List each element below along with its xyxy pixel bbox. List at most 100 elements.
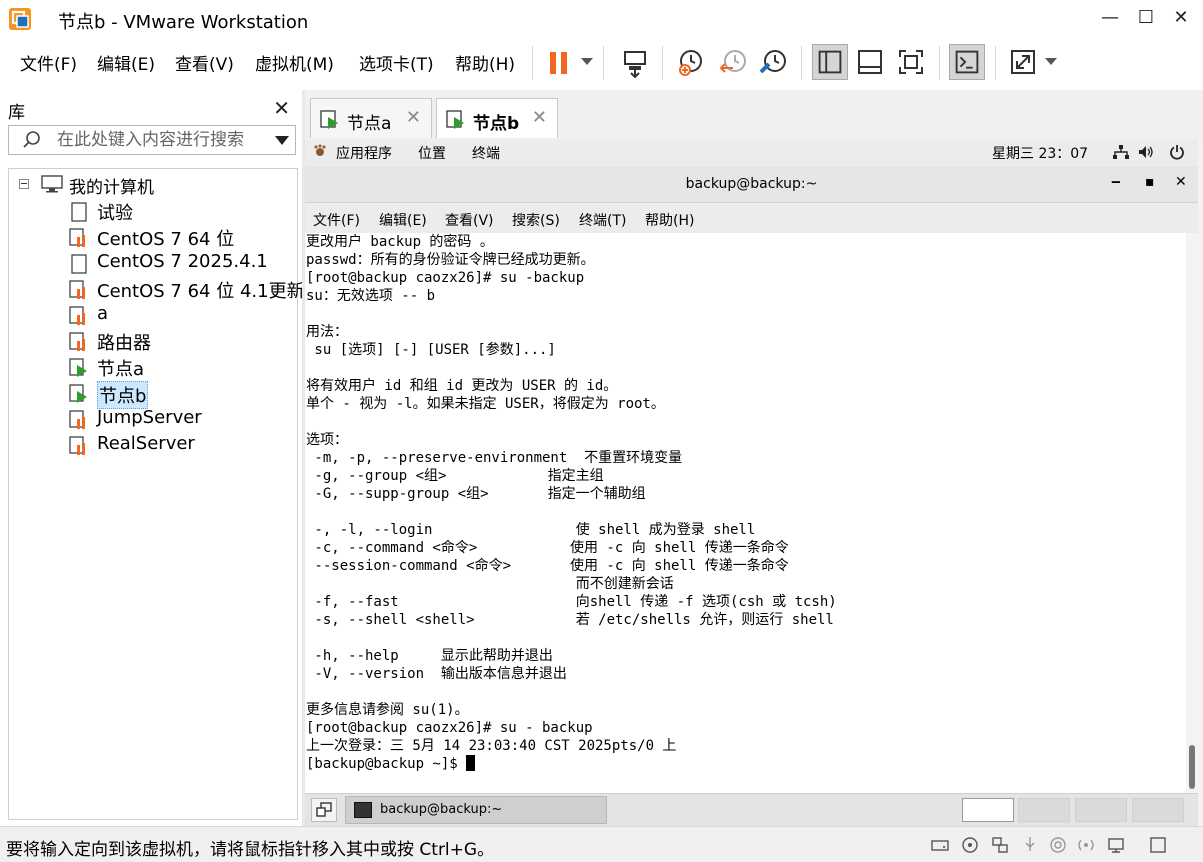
collapse-toggle[interactable] xyxy=(19,179,29,189)
vm-page-icon xyxy=(71,202,87,222)
vm-item-label: 节点a xyxy=(97,359,145,380)
vm-running-icon xyxy=(320,110,338,129)
terminal-line-text: 更改用户 backup 的密码 。 xyxy=(306,234,494,250)
menu-view[interactable]: 查看(V) xyxy=(175,50,234,75)
show-desktop-button[interactable] xyxy=(311,798,337,822)
terminal-line: -m, -p, --preserve-environment 不重置环境变量 xyxy=(305,449,1186,467)
terminal-line: -s, --shell <shell> 若 /etc/shells 允许，则运行… xyxy=(305,611,1186,629)
pause-icon[interactable] xyxy=(541,44,577,80)
network-icon[interactable] xyxy=(1113,145,1129,159)
terminal-icon[interactable] xyxy=(949,44,985,80)
console-view-icon[interactable] xyxy=(852,44,888,80)
terminal-line-text: -h, --help 显示此帮助并退出 xyxy=(306,648,553,664)
workspace-2[interactable] xyxy=(1018,798,1070,822)
display-icon[interactable] xyxy=(1106,835,1126,855)
vm-console[interactable]: 应用程序 位置 终端 星期三 23：07 backup@backup:~ ‒ ▪… xyxy=(305,140,1198,826)
terminal-line: -c, --command <命令> 使用 -c 向 shell 传递一条命令 xyxy=(305,539,1186,557)
terminal-close-button[interactable]: ✕ xyxy=(1175,174,1187,190)
terminal-title-bar: backup@backup:~ ‒ ▪ ✕ xyxy=(305,166,1198,203)
terminal-line: 上一次登录：三 5月 14 23:03:40 CST 2025pts/0 上 xyxy=(305,737,1186,755)
menu-help[interactable]: 帮助(H) xyxy=(455,50,515,75)
maximize-button[interactable]: ☐ xyxy=(1134,6,1158,30)
terminal-line-text: su：无效选项 -- b xyxy=(306,288,436,304)
terminal-line: [backup@backup ~]$ xyxy=(305,755,1186,773)
close-button[interactable]: ✕ xyxy=(1169,6,1193,30)
console-scrollbar[interactable] xyxy=(1198,140,1203,826)
show-desktop-icon xyxy=(316,802,332,817)
terminal-app-icon xyxy=(354,802,372,818)
tab-close-button[interactable]: ✕ xyxy=(406,107,421,128)
terminal-menu-search[interactable]: 搜索(S) xyxy=(512,210,560,230)
toolbar-separator xyxy=(532,46,533,80)
power-icon[interactable] xyxy=(1169,144,1185,160)
library-search-input[interactable] xyxy=(57,128,257,152)
terminal-scrollbar[interactable] xyxy=(1186,233,1198,793)
hard-disk-icon[interactable] xyxy=(930,835,950,855)
sound-card-icon[interactable] xyxy=(1048,835,1068,855)
vm-item-label: 节点b xyxy=(97,381,149,409)
terminal-menu-edit[interactable]: 编辑(E) xyxy=(379,210,427,230)
scrollbar-thumb[interactable] xyxy=(1189,745,1195,789)
gnome-places-menu[interactable]: 位置 xyxy=(418,143,446,163)
terminal-menu-file[interactable]: 文件(F) xyxy=(313,210,360,230)
gnome-foot-icon xyxy=(314,144,326,156)
terminal-line: passwd：所有的身份验证令牌已经成功更新。 xyxy=(305,251,1186,269)
message-log-icon[interactable] xyxy=(1148,835,1168,855)
terminal-maximize-button[interactable]: ▪ xyxy=(1145,174,1155,190)
cd-dvd-icon[interactable] xyxy=(960,835,980,855)
terminal-output[interactable]: 更改用户 backup 的密码 。 passwd：所有的身份验证令牌已经成功更新。… xyxy=(305,233,1186,793)
usb-icon[interactable] xyxy=(1020,835,1040,855)
snapshot-take-icon[interactable] xyxy=(673,44,709,80)
gnome-applications-menu[interactable]: 应用程序 xyxy=(336,143,392,163)
network-adapter-icon[interactable] xyxy=(990,835,1010,855)
terminal-line-text: -s, --shell <shell> 若 /etc/shells 允许，则运行… xyxy=(306,612,834,628)
toolbar-separator xyxy=(801,46,802,80)
snapshot-manager-icon[interactable] xyxy=(755,44,791,80)
minimize-button[interactable]: — xyxy=(1098,6,1122,30)
terminal-menu-terminal[interactable]: 终端(T) xyxy=(579,210,626,230)
terminal-line: 更多信息请参阅 su(1)。 xyxy=(305,701,1186,719)
fullscreen-icon[interactable] xyxy=(893,44,929,80)
menu-vm[interactable]: 虚拟机(M) xyxy=(255,50,334,75)
volume-icon[interactable] xyxy=(1138,145,1154,159)
gnome-top-bar: 应用程序 位置 终端 星期三 23：07 xyxy=(305,140,1198,164)
workspace-3[interactable] xyxy=(1075,798,1127,822)
terminal-menu-help[interactable]: 帮助(H) xyxy=(645,210,694,230)
menu-tabs[interactable]: 选项卡(T) xyxy=(359,50,434,75)
terminal-menu-view[interactable]: 查看(V) xyxy=(445,210,494,230)
vm-item-label: 路由器 xyxy=(97,333,151,354)
tab-label: 节点a xyxy=(347,114,392,134)
terminal-line-text: 选项： xyxy=(306,432,348,448)
wireless-icon[interactable] xyxy=(1076,835,1096,855)
vm-powered-off-icon xyxy=(69,280,85,299)
computer-icon xyxy=(41,175,63,193)
terminal-line: -G, --supp-group <组> 指定一个辅助组 xyxy=(305,485,1186,503)
snapshot-revert-icon[interactable] xyxy=(715,44,751,80)
menu-edit[interactable]: 编辑(E) xyxy=(97,50,155,75)
vm-item-label: JumpServer xyxy=(97,407,202,428)
terminal-minimize-button[interactable]: ‒ xyxy=(1111,174,1121,190)
stretch-dropdown-caret[interactable] xyxy=(1045,58,1057,65)
terminal-line-text: 用法： xyxy=(306,324,348,340)
pause-dropdown-caret[interactable] xyxy=(581,58,593,65)
send-ctrl-alt-del-icon[interactable] xyxy=(617,44,653,80)
search-dropdown-caret[interactable] xyxy=(275,136,289,145)
stretch-icon[interactable] xyxy=(1005,44,1041,80)
gnome-terminal-menu[interactable]: 终端 xyxy=(472,143,500,163)
library-close-button[interactable]: ✕ xyxy=(273,96,290,120)
tab-close-button[interactable]: ✕ xyxy=(532,107,547,128)
tab-node-b[interactable]: 节点b ✕ xyxy=(436,98,558,138)
tab-node-a[interactable]: 节点a ✕ xyxy=(310,98,432,138)
terminal-line-text: su [选项] [-] [USER [参数]...] xyxy=(306,342,556,358)
vm-item-label: CentOS 7 2025.4.1 xyxy=(97,251,268,272)
menu-file[interactable]: 文件(F) xyxy=(20,50,77,75)
workspace-4[interactable] xyxy=(1132,798,1184,822)
vm-item-label: CentOS 7 64 位 xyxy=(97,229,235,250)
terminal-menubar: 文件(F) 编辑(E) 查看(V) 搜索(S) 终端(T) 帮助(H) xyxy=(305,203,1198,233)
taskbar-terminal-item[interactable]: backup@backup:~ xyxy=(345,796,607,824)
gnome-clock[interactable]: 星期三 23：07 xyxy=(992,143,1088,163)
library-view-icon[interactable] xyxy=(812,44,848,80)
terminal-window-title: backup@backup:~ xyxy=(685,176,818,192)
workspace-1[interactable] xyxy=(962,798,1014,822)
